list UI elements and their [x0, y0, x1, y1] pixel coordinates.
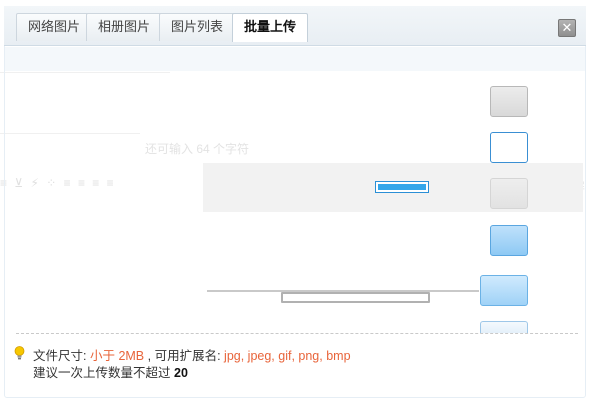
tab-batch-upload[interactable]: 批量上传 — [232, 13, 309, 42]
upload-progress-large-track — [283, 294, 428, 301]
start-upload-button[interactable] — [480, 275, 528, 306]
upload-progress-small — [375, 181, 429, 193]
upload-progress-small-fill — [378, 184, 426, 190]
close-icon: ✕ — [561, 20, 573, 35]
tab-image-list[interactable]: 图片列表 — [159, 13, 236, 41]
upload-control-button[interactable] — [490, 178, 528, 209]
upload-control-button[interactable] — [480, 321, 528, 333]
extension-label: , 可用扩展名: — [147, 349, 221, 363]
upload-control-button[interactable] — [490, 132, 528, 163]
upload-count-label: 建议一次上传数量不超过 — [33, 366, 171, 380]
upload-control-button[interactable] — [490, 86, 528, 117]
tab-album-images[interactable]: 相册图片 — [86, 13, 163, 41]
upload-count-info: 建议一次上传数量不超过 20 — [33, 362, 188, 381]
extension-list: jpg, jpeg, gif, png, bmp — [224, 349, 351, 363]
file-size-label: 文件尺寸: — [33, 349, 87, 363]
upload-progress-large — [281, 292, 430, 303]
dialog-subbar — [5, 47, 585, 71]
dashed-divider — [16, 333, 578, 334]
close-button[interactable]: ✕ — [558, 19, 576, 37]
file-size-value: 小于 2MB — [89, 349, 145, 363]
lightbulb-icon — [14, 346, 25, 360]
tab-network-images[interactable]: 网络图片 — [16, 13, 93, 41]
upload-count-value: 20 — [174, 366, 188, 380]
upload-control-button[interactable] — [490, 225, 528, 256]
